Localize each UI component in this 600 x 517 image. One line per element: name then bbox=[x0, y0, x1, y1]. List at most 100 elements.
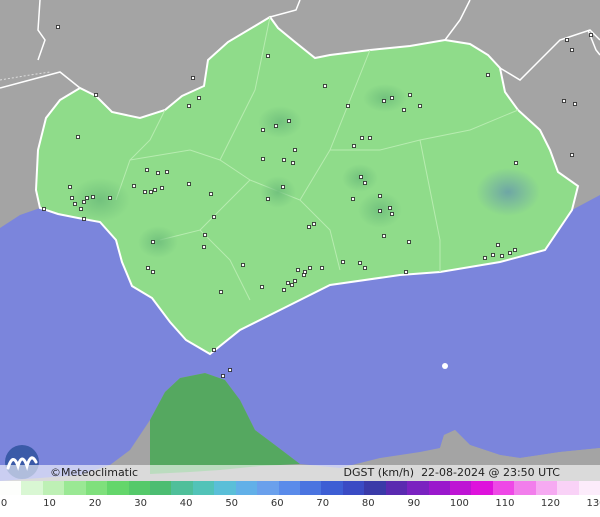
station-marker bbox=[562, 99, 566, 103]
station-marker bbox=[358, 261, 362, 265]
scale-swatch bbox=[214, 481, 237, 495]
station-marker bbox=[382, 99, 386, 103]
scale-tick-label: 20 bbox=[88, 498, 102, 509]
station-marker bbox=[153, 188, 157, 192]
station-marker bbox=[187, 104, 191, 108]
station-marker bbox=[156, 171, 160, 175]
scale-swatch bbox=[235, 481, 258, 495]
station-marker bbox=[291, 161, 295, 165]
scale-swatch bbox=[535, 481, 558, 495]
station-marker bbox=[145, 168, 149, 172]
scale-swatch bbox=[557, 481, 580, 495]
scale-swatch bbox=[107, 481, 130, 495]
scale-swatch bbox=[428, 481, 451, 495]
station-marker bbox=[266, 54, 270, 58]
station-marker bbox=[266, 197, 270, 201]
station-marker bbox=[219, 290, 223, 294]
station-marker bbox=[286, 281, 290, 285]
copyright-symbol: © bbox=[50, 466, 61, 479]
scale-swatch bbox=[300, 481, 322, 495]
station-marker bbox=[149, 190, 153, 194]
station-marker bbox=[287, 119, 291, 123]
scale-tick-label: 130 bbox=[586, 498, 600, 509]
station-marker bbox=[79, 207, 83, 211]
color-scale-bar bbox=[0, 481, 600, 495]
station-marker bbox=[402, 108, 406, 112]
station-marker bbox=[191, 76, 195, 80]
station-marker bbox=[91, 195, 95, 199]
station-marker bbox=[363, 266, 367, 270]
station-marker bbox=[70, 196, 74, 200]
station-marker bbox=[282, 288, 286, 292]
scale-swatch bbox=[514, 481, 537, 495]
scale-swatch bbox=[407, 481, 430, 495]
wind-gust-map bbox=[0, 0, 600, 481]
scale-swatch bbox=[0, 481, 22, 495]
station-marker bbox=[274, 124, 278, 128]
scale-tick-label: 60 bbox=[270, 498, 284, 509]
scale-tick-label: 30 bbox=[134, 498, 147, 509]
scale-swatch bbox=[192, 481, 215, 495]
scale-swatch bbox=[150, 481, 172, 495]
alboran-island bbox=[442, 363, 448, 369]
scale-swatch bbox=[85, 481, 108, 495]
scale-swatch bbox=[385, 481, 408, 495]
brand-label: ©Meteoclimatic bbox=[50, 466, 138, 480]
scale-swatch bbox=[450, 481, 472, 495]
parameter-label: DGST (km/h) bbox=[343, 466, 415, 479]
station-marker bbox=[76, 135, 80, 139]
station-marker bbox=[151, 240, 155, 244]
station-marker bbox=[589, 33, 593, 37]
station-marker bbox=[378, 194, 382, 198]
station-marker bbox=[293, 279, 297, 283]
station-marker bbox=[56, 25, 60, 29]
station-marker bbox=[308, 266, 312, 270]
scale-tick-label: 100 bbox=[449, 498, 469, 509]
station-marker bbox=[363, 181, 367, 185]
scale-tick-label: 80 bbox=[361, 498, 375, 509]
brand-name: Meteoclimatic bbox=[61, 466, 139, 479]
station-marker bbox=[404, 270, 408, 274]
station-marker bbox=[500, 254, 504, 258]
scale-swatch bbox=[171, 481, 194, 495]
scale-swatch bbox=[342, 481, 365, 495]
station-marker bbox=[73, 202, 77, 206]
station-marker bbox=[359, 175, 363, 179]
station-marker bbox=[508, 251, 512, 255]
parameter-info: DGST (km/h) 22-08-2024 @ 23:50 UTC bbox=[344, 466, 560, 480]
station-marker bbox=[407, 240, 411, 244]
station-marker bbox=[82, 200, 86, 204]
station-marker bbox=[197, 96, 201, 100]
station-marker bbox=[570, 153, 574, 157]
scale-tick-label: 10 bbox=[43, 498, 56, 509]
scale-tick-label: 0 bbox=[0, 498, 8, 509]
scale-swatch bbox=[471, 481, 494, 495]
station-marker bbox=[312, 222, 316, 226]
station-marker bbox=[360, 136, 364, 140]
station-marker bbox=[209, 192, 213, 196]
station-marker bbox=[491, 253, 495, 257]
station-marker bbox=[82, 217, 86, 221]
station-marker bbox=[203, 233, 207, 237]
station-marker bbox=[261, 128, 265, 132]
scale-swatch bbox=[42, 481, 65, 495]
scale-swatch bbox=[578, 481, 600, 495]
station-marker bbox=[382, 234, 386, 238]
station-marker bbox=[418, 104, 422, 108]
station-marker bbox=[290, 283, 294, 287]
station-marker bbox=[132, 184, 136, 188]
scale-swatch bbox=[128, 481, 151, 495]
scale-tick-label: 90 bbox=[407, 498, 421, 509]
station-marker bbox=[202, 245, 206, 249]
station-marker bbox=[68, 185, 72, 189]
station-marker bbox=[352, 144, 356, 148]
station-marker bbox=[388, 206, 392, 210]
station-marker bbox=[390, 212, 394, 216]
station-marker bbox=[85, 196, 89, 200]
station-marker bbox=[146, 266, 150, 270]
station-marker bbox=[293, 148, 297, 152]
color-scale: 0 10 20 30 40 50 60 70 80 90 100 110 120 130 bbox=[0, 481, 600, 517]
station-marker bbox=[323, 84, 327, 88]
station-marker bbox=[108, 196, 112, 200]
scale-swatch bbox=[492, 481, 515, 495]
